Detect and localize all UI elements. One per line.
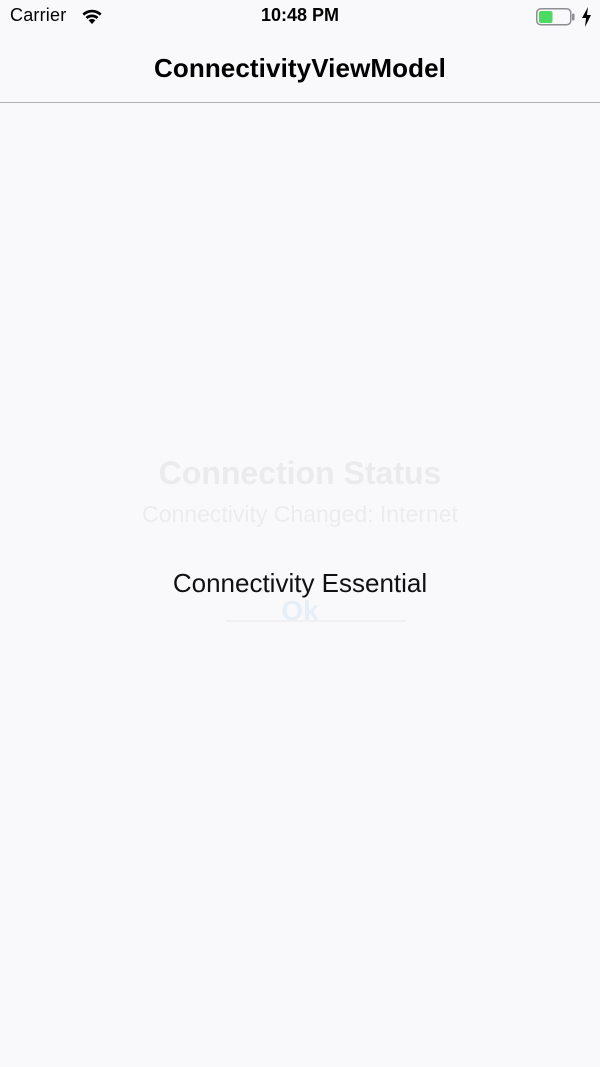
navigation-bar: ConnectivityViewModel	[0, 34, 600, 103]
alert-title: Connection Status	[158, 455, 442, 491]
main-content: Connection Status Connectivity Changed: …	[0, 103, 600, 1067]
battery-icon	[536, 8, 575, 26]
alert-ok-button[interactable]: Ok	[0, 595, 600, 627]
alert-message: Connectivity Changed: Internet	[142, 501, 458, 527]
status-bar: Carrier 10:48 PM	[0, 0, 600, 34]
charging-bolt-icon	[582, 7, 591, 27]
connectivity-label: Connectivity Essential	[172, 568, 428, 598]
page-title: ConnectivityViewModel	[153, 53, 446, 83]
status-time: 10:48 PM	[260, 5, 340, 25]
